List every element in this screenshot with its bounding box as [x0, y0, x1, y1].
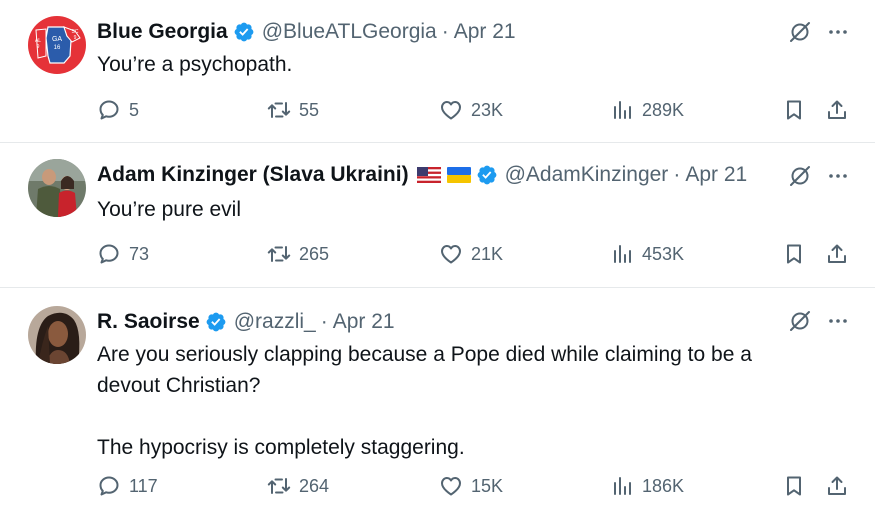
avatar[interactable] — [28, 159, 86, 217]
grok-icon[interactable] — [788, 309, 812, 333]
reply-button[interactable]: 73 — [97, 242, 149, 266]
bookmark-icon — [787, 244, 801, 264]
retweet-icon — [267, 102, 291, 118]
like-icon — [441, 477, 461, 496]
action-bar: 5 55 23K 289K — [97, 98, 857, 126]
tweet-text: You’re pure evil — [97, 198, 241, 221]
handle[interactable]: @razzli_ — [234, 310, 316, 334]
verified-badge-icon[interactable] — [233, 21, 255, 43]
views-button[interactable]: 453K — [610, 242, 684, 266]
reply-count: 117 — [129, 475, 158, 496]
views-count: 453K — [642, 243, 685, 264]
separator: · — [320, 310, 328, 333]
ukraine-flag-icon — [446, 167, 471, 183]
views-button[interactable]: 186K — [610, 474, 684, 498]
retweet-icon — [267, 478, 291, 494]
timestamp[interactable]: Apr 21 — [454, 20, 516, 44]
reply-count: 73 — [129, 243, 150, 264]
grok-icon[interactable] — [788, 20, 812, 44]
retweet-button[interactable]: 55 — [267, 98, 319, 122]
avatar[interactable]: GA 16 SC 9 AL 9 — [28, 16, 86, 74]
reply-icon — [99, 100, 119, 120]
like-button[interactable]: 15K — [439, 474, 503, 498]
retweet-count: 55 — [299, 99, 320, 120]
tweet-header: Blue Georgia @BlueATLGeorgia · Apr 21 — [97, 18, 516, 46]
display-name[interactable]: R. Saoirse — [97, 310, 200, 334]
us-flag-icon — [416, 167, 441, 183]
separator: · — [673, 163, 681, 186]
tweet[interactable]: GA 16 SC 9 AL 9 Blue Georgia @BlueATLGeo… — [0, 0, 875, 143]
tweet[interactable]: R. Saoirse @razzli_ · Apr 21 Are you ser… — [0, 288, 875, 515]
tweet-feed: GA 16 SC 9 AL 9 Blue Georgia @BlueATLGeo… — [0, 0, 875, 515]
bookmark-icon — [787, 476, 801, 496]
views-icon — [614, 245, 631, 263]
like-count: 15K — [471, 475, 504, 496]
views-button[interactable]: 289K — [610, 98, 684, 122]
action-bar: 117 264 15K 186K — [97, 474, 857, 502]
like-icon — [441, 245, 461, 264]
reply-icon — [99, 244, 119, 264]
avatar-label: GA — [52, 36, 62, 43]
more-icon[interactable] — [826, 309, 850, 333]
retweet-count: 264 — [299, 475, 330, 496]
retweet-button[interactable]: 265 — [267, 242, 329, 266]
views-icon — [614, 101, 631, 119]
tweet-text: Are you seriously clapping because a Pop… — [97, 343, 752, 459]
reply-button[interactable]: 5 — [97, 98, 139, 122]
tweet-header: Adam Kinzinger (Slava Ukraini) @AdamKinz… — [97, 161, 747, 189]
grok-icon[interactable] — [788, 164, 812, 188]
share-icon — [828, 244, 846, 263]
timestamp[interactable]: Apr 21 — [333, 310, 395, 334]
display-name[interactable]: Blue Georgia — [97, 20, 228, 44]
views-icon — [614, 477, 631, 495]
bookmark-icon — [787, 100, 801, 120]
verified-badge-icon[interactable] — [205, 311, 227, 333]
like-count: 21K — [471, 243, 504, 264]
separator: · — [441, 20, 449, 43]
reply-icon — [99, 476, 119, 496]
like-icon — [441, 101, 461, 120]
reply-count: 5 — [129, 99, 140, 120]
tweet-text: You’re a psychopath. — [97, 53, 293, 76]
avatar-label: 16 — [54, 45, 61, 51]
display-name[interactable]: Adam Kinzinger (Slava Ukraini) — [97, 163, 409, 187]
avatar-label: 9 — [74, 35, 77, 41]
avatar-label: 9 — [37, 44, 40, 50]
avatar[interactable] — [28, 306, 86, 364]
verified-badge-icon[interactable] — [476, 164, 498, 186]
bookmark-button[interactable] — [782, 242, 806, 266]
retweet-count: 265 — [299, 243, 330, 264]
retweet-button[interactable]: 264 — [267, 474, 329, 498]
more-icon[interactable] — [826, 164, 850, 188]
views-count: 289K — [642, 99, 685, 120]
timestamp[interactable]: Apr 21 — [685, 163, 747, 187]
tweet[interactable]: Adam Kinzinger (Slava Ukraini) @AdamKinz… — [0, 143, 875, 288]
like-count: 23K — [471, 99, 504, 120]
action-bar: 73 265 21K 453K — [97, 242, 857, 270]
share-icon — [828, 476, 846, 495]
retweet-icon — [267, 246, 291, 262]
views-count: 186K — [642, 475, 685, 496]
bookmark-button[interactable] — [782, 98, 806, 122]
tweet-header: R. Saoirse @razzli_ · Apr 21 — [97, 308, 395, 336]
share-button[interactable] — [825, 98, 849, 122]
share-icon — [828, 100, 846, 119]
share-button[interactable] — [825, 474, 849, 498]
like-button[interactable]: 21K — [439, 242, 503, 266]
handle[interactable]: @BlueATLGeorgia — [262, 20, 437, 44]
more-icon[interactable] — [826, 20, 850, 44]
bookmark-button[interactable] — [782, 474, 806, 498]
reply-button[interactable]: 117 — [97, 474, 158, 498]
handle[interactable]: @AdamKinzinger — [505, 163, 669, 187]
share-button[interactable] — [825, 242, 849, 266]
like-button[interactable]: 23K — [439, 98, 503, 122]
